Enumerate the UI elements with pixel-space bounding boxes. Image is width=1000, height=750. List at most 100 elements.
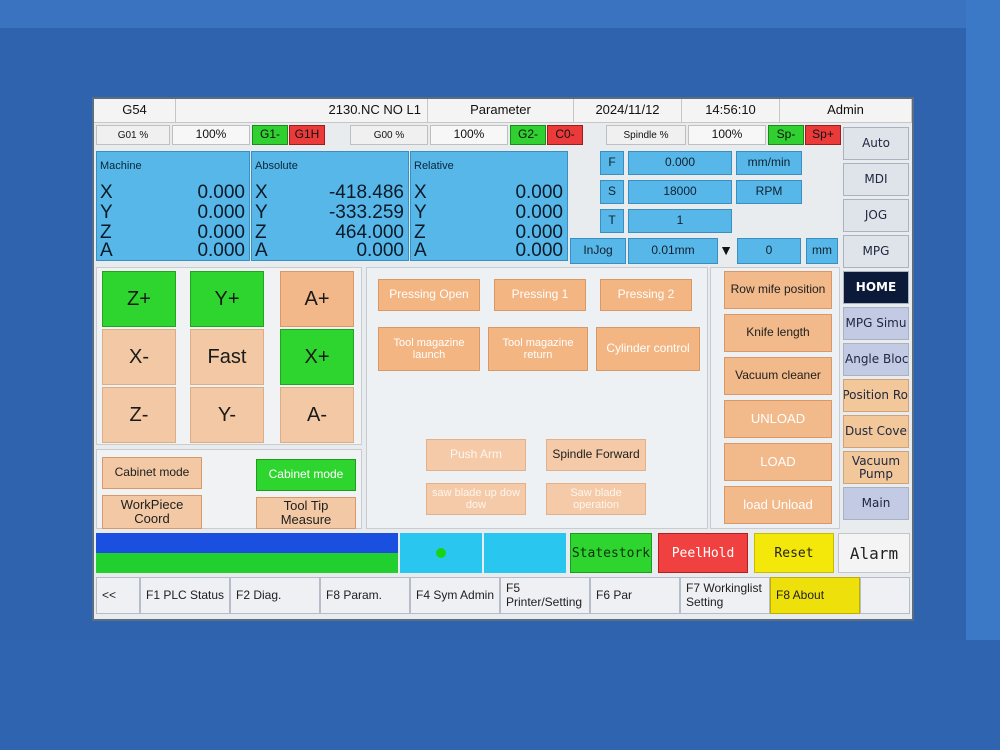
- mode-jog[interactable]: JOG: [843, 199, 909, 232]
- f5-printer-setting-button[interactable]: F5 Printer/Setting: [500, 577, 590, 614]
- progress-bar-blue: [96, 533, 398, 553]
- angle-block-button[interactable]: Angle Block: [843, 343, 909, 376]
- statestork-button[interactable]: Statestork: [570, 533, 652, 573]
- saw-blade-operation-button[interactable]: Saw blade operation: [546, 483, 646, 515]
- f8-about-button[interactable]: F8 About: [770, 577, 860, 614]
- f4-sym-admin-button[interactable]: F4 Sym Admin: [410, 577, 500, 614]
- jog-a-minus-button[interactable]: A-: [280, 387, 354, 443]
- main-button[interactable]: Main: [843, 487, 909, 520]
- feed-value: 0.000: [628, 151, 732, 175]
- axis-label: X: [255, 182, 268, 203]
- vacuum-pump-button[interactable]: Vacuum Pump: [843, 451, 909, 484]
- empty-fkey: [860, 577, 910, 614]
- relative-x-value: 0.000: [515, 182, 563, 203]
- relative-coord-panel: Relative X 0.000 Y 0.000 Z 0.000 A 0.000: [410, 151, 568, 261]
- push-arm-button[interactable]: Push Arm: [426, 439, 526, 471]
- spindle-plus-button[interactable]: Sp+: [805, 125, 841, 145]
- mode-mpg-simu[interactable]: MPG Simu: [843, 307, 909, 340]
- g01-override-value: 100%: [172, 125, 250, 145]
- cabinet-mode-left-button[interactable]: Cabinet mode: [102, 457, 202, 489]
- saw-blade-up-down-button[interactable]: saw blade up dow dow: [426, 483, 526, 515]
- spindle-speed-value: 18000: [628, 180, 732, 204]
- machine-a-value: 0.000: [197, 240, 245, 261]
- spindle-override-label: Spindle %: [606, 125, 686, 145]
- peelhold-button[interactable]: PeelHold: [658, 533, 748, 573]
- pressing-2-button[interactable]: Pressing 2: [600, 279, 692, 311]
- back-button[interactable]: <<: [96, 577, 140, 614]
- tool-magazine-return-button[interactable]: Tool magazine return: [488, 327, 588, 371]
- feed-unit: mm/min: [736, 151, 802, 175]
- chevron-down-icon[interactable]: ▼: [718, 238, 734, 264]
- relative-coord-title: Relative: [414, 160, 454, 172]
- jog-x-plus-button[interactable]: X+: [280, 329, 354, 385]
- workpiece-coord-button[interactable]: WorkPiece Coord: [102, 495, 202, 529]
- injog-step-select[interactable]: 0.01mm: [628, 238, 718, 264]
- load-unload-button[interactable]: load Unload: [724, 486, 832, 524]
- jog-fast-button[interactable]: Fast: [190, 329, 264, 385]
- cabinet-mode-right-button[interactable]: Cabinet mode: [256, 459, 356, 491]
- progress-bar-green: [96, 553, 398, 573]
- time-display: 14:56:10: [682, 99, 780, 123]
- user-display: Admin: [780, 99, 912, 123]
- f8-param-button[interactable]: F8 Param.: [320, 577, 410, 614]
- machine-y-value: 0.000: [197, 202, 245, 223]
- status-indicator-2: [484, 533, 566, 573]
- jog-a-plus-button[interactable]: A+: [280, 271, 354, 327]
- vacuum-cleaner-button[interactable]: Vacuum cleaner: [724, 357, 832, 395]
- axis-label: X: [414, 182, 427, 203]
- spindle-forward-button[interactable]: Spindle Forward: [546, 439, 646, 471]
- dust-cover-button[interactable]: Dust Cover: [843, 415, 909, 448]
- jog-z-minus-button[interactable]: Z-: [102, 387, 176, 443]
- mode-mpg[interactable]: MPG: [843, 235, 909, 268]
- absolute-x-value: -418.486: [328, 182, 404, 203]
- axis-label: Y: [414, 202, 427, 223]
- tool-label: T: [600, 209, 624, 233]
- f6-par-button[interactable]: F6 Par: [590, 577, 680, 614]
- coordinate-system: G54: [94, 99, 176, 123]
- spindle-minus-button[interactable]: Sp-: [768, 125, 804, 145]
- jog-y-plus-button[interactable]: Y+: [190, 271, 264, 327]
- injog-value: 0: [737, 238, 801, 264]
- g1-minus-button[interactable]: G1-: [252, 125, 288, 145]
- g2-minus-button[interactable]: G2-: [510, 125, 546, 145]
- tool-tip-measure-button[interactable]: Tool Tip Measure: [256, 497, 356, 529]
- axis-label: Y: [100, 202, 113, 223]
- row-mife-position-button[interactable]: Row mife position: [724, 271, 832, 309]
- pressing-open-button[interactable]: Pressing Open: [378, 279, 480, 311]
- f2-diag-button[interactable]: F2 Diag.: [230, 577, 320, 614]
- jog-y-minus-button[interactable]: Y-: [190, 387, 264, 443]
- axis-label: X: [100, 182, 113, 203]
- program-name: 2130.NC NO L1: [176, 99, 428, 123]
- machine-coord-panel: Machine X 0.000 Y 0.000 Z 0.000 A 0.000: [96, 151, 250, 261]
- unload-button[interactable]: UNLOAD: [724, 400, 832, 438]
- date-display: 2024/11/12: [574, 99, 682, 123]
- f1-plc-status-button[interactable]: F1 PLC Status: [140, 577, 230, 614]
- cylinder-control-button[interactable]: Cylinder control: [596, 327, 700, 371]
- axis-label: A: [255, 240, 268, 261]
- mode-mdi[interactable]: MDI: [843, 163, 909, 196]
- alarm-indicator[interactable]: Alarm: [838, 533, 910, 573]
- feed-label: F: [600, 151, 624, 175]
- reset-button[interactable]: Reset: [754, 533, 834, 573]
- jog-x-minus-button[interactable]: X-: [102, 329, 176, 385]
- mode-auto[interactable]: Auto: [843, 127, 909, 160]
- knife-length-button[interactable]: Knife length: [724, 314, 832, 352]
- injog-label: InJog: [570, 238, 626, 264]
- absolute-coord-panel: Absolute X -418.486 Y -333.259 Z 464.000 A0…: [251, 151, 409, 261]
- pressing-1-button[interactable]: Pressing 1: [494, 279, 586, 311]
- axis-label: A: [100, 240, 113, 261]
- load-button[interactable]: LOAD: [724, 443, 832, 481]
- spindle-speed-unit: RPM: [736, 180, 802, 204]
- mode-home[interactable]: HOME: [843, 271, 909, 304]
- jog-z-plus-button[interactable]: Z+: [102, 271, 176, 327]
- bezel-bottom: [0, 640, 1000, 750]
- tool-magazine-launch-button[interactable]: Tool magazine launch: [378, 327, 480, 371]
- absolute-a-value: 0.000: [356, 240, 404, 261]
- f7-workinglist-setting-button[interactable]: F7 Workinglist Setting: [680, 577, 770, 614]
- screen-title: Parameter: [428, 99, 574, 123]
- g1-high-button[interactable]: G1H: [289, 125, 325, 145]
- c0-minus-button[interactable]: C0-: [547, 125, 583, 145]
- machine-coord-title: Machine: [100, 160, 142, 172]
- spindle-override-value: 100%: [688, 125, 766, 145]
- position-ro-button[interactable]: Position Ro: [843, 379, 909, 412]
